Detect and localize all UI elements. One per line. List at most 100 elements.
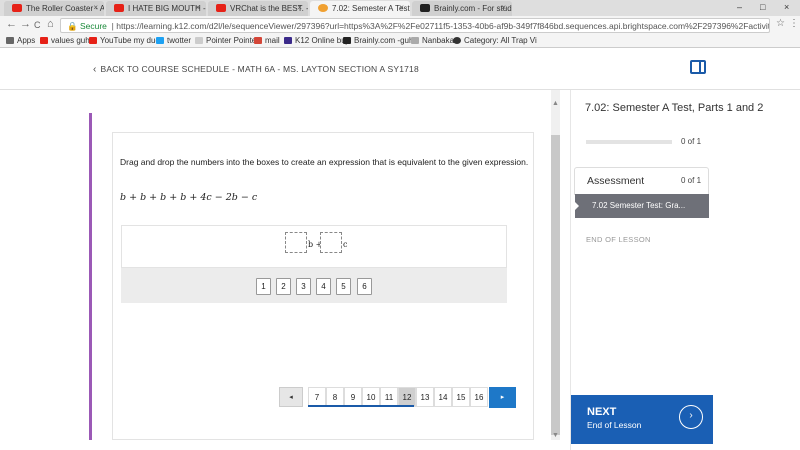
number-tile[interactable]: 1 xyxy=(256,278,271,295)
youtube-favicon-icon xyxy=(114,4,124,12)
number-tile[interactable]: 5 xyxy=(336,278,351,295)
secure-label: Secure xyxy=(79,21,107,31)
brainly-icon xyxy=(343,37,351,44)
browser-tab-2[interactable]: I HATE BIG MOUTH - Yo × xyxy=(106,1,206,16)
forward-arrow-icon[interactable]: → xyxy=(20,18,31,30)
bookmark-youtube-my-dude[interactable]: YouTube my dude xyxy=(89,36,164,45)
page-button[interactable]: 10 xyxy=(362,387,380,407)
page-button-current[interactable]: 12 xyxy=(398,387,416,407)
assessment-label: Assessment xyxy=(587,175,645,187)
lock-icon: 🔒 xyxy=(67,21,78,31)
page-progress-underline xyxy=(308,405,414,407)
tab-label: 7.02: Semester A Test, Pa xyxy=(332,4,410,13)
content-accent-bar xyxy=(89,113,92,440)
tab-label: Brainly.com - For studen xyxy=(434,4,512,13)
chevron-right-icon[interactable]: › xyxy=(679,405,703,429)
tab-label: The Roller Coaster - AVE xyxy=(26,4,104,13)
site-icon xyxy=(453,37,461,44)
page-button[interactable]: 16 xyxy=(470,387,488,407)
browser-tab-5[interactable]: Brainly.com - For studen × xyxy=(412,1,512,16)
close-window-icon[interactable]: × xyxy=(784,2,789,12)
bookmark-apps[interactable]: Apps xyxy=(6,36,35,45)
page-button[interactable]: 14 xyxy=(434,387,452,407)
lesson-progress-bar xyxy=(586,140,672,144)
tab-label: I HATE BIG MOUTH - Yo xyxy=(128,4,206,13)
close-tab-icon[interactable]: × xyxy=(501,3,506,12)
close-tab-icon[interactable]: × xyxy=(195,3,200,12)
tab-label: VRChat is the BEST. - Yo xyxy=(230,4,308,13)
browser-tab-strip: The Roller Coaster - AVE × I HATE BIG MO… xyxy=(0,0,800,16)
course-header: ‹ BACK TO COURSE SCHEDULE - MATH 6A - MS.… xyxy=(0,48,800,90)
k12-icon xyxy=(284,37,292,44)
close-tab-icon[interactable]: × xyxy=(399,3,404,12)
back-arrow-icon[interactable]: ← xyxy=(6,18,17,30)
youtube-favicon-icon xyxy=(12,4,22,12)
youtube-icon xyxy=(89,37,97,44)
bookmark-values-guh[interactable]: values guh xyxy=(40,36,90,45)
browser-tab-1[interactable]: The Roller Coaster - AVE × xyxy=(4,1,104,16)
close-tab-icon[interactable]: × xyxy=(297,3,302,12)
number-tile[interactable]: 4 xyxy=(316,278,331,295)
next-button-title: NEXT xyxy=(587,406,617,418)
youtube-icon xyxy=(40,37,48,44)
back-link-label: BACK TO COURSE SCHEDULE - MATH 6A - MS. … xyxy=(100,64,419,74)
scroll-down-icon[interactable]: ▼ xyxy=(552,432,559,439)
page-button[interactable]: 7 xyxy=(308,387,326,407)
page-button[interactable]: 9 xyxy=(344,387,362,407)
number-tile[interactable]: 6 xyxy=(357,278,372,295)
bookmark-nanbaka[interactable]: Nanbaka xyxy=(411,36,454,45)
number-tile[interactable]: 2 xyxy=(276,278,291,295)
url-value: https://learning.k12.com/d2l/le/sequence… xyxy=(116,21,770,31)
drop-box-c-coefficient[interactable] xyxy=(320,232,342,253)
given-expression: b + b + b + b + 4c − 2b − c xyxy=(120,192,258,203)
lesson-title: 7.02: Semester A Test, Parts 1 and 2 xyxy=(585,102,764,114)
page-next-button[interactable]: ▸ xyxy=(489,387,516,408)
number-tile[interactable]: 3 xyxy=(296,278,311,295)
assessment-count: 0 of 1 xyxy=(681,176,702,185)
lesson-progress-count: 0 of 1 xyxy=(681,137,702,146)
address-bar[interactable]: 🔒 Secure | https://learning.k12.com/d2l/… xyxy=(60,18,770,33)
minimize-icon[interactable]: – xyxy=(737,2,742,12)
reload-icon[interactable]: C xyxy=(34,20,41,30)
brainly-favicon-icon xyxy=(420,4,430,12)
browser-tab-4-active[interactable]: 7.02: Semester A Test, Pa × xyxy=(310,1,410,16)
bookmarks-bar: Apps values guh YouTube my dude twotter … xyxy=(0,35,800,48)
page-button[interactable]: 13 xyxy=(416,387,434,407)
page-icon xyxy=(195,37,203,44)
number-tile-tray xyxy=(121,268,507,303)
end-of-lesson-link[interactable]: END OF LESSON xyxy=(586,235,651,244)
bookmark-twotter[interactable]: twotter xyxy=(156,36,191,45)
browser-toolbar: ← → C ⌂ 🔒 Secure | https://learning.k12.… xyxy=(0,16,800,35)
youtube-favicon-icon xyxy=(216,4,226,12)
maximize-icon[interactable]: □ xyxy=(760,2,765,12)
site-icon xyxy=(411,37,419,44)
active-activity-label: 7.02 Semester Test: Gra... xyxy=(592,201,686,210)
question-prompt: Drag and drop the numbers into the boxes… xyxy=(120,157,529,167)
home-icon[interactable]: ⌂ xyxy=(47,18,54,30)
drop-box-b-coefficient[interactable] xyxy=(285,232,307,253)
page-button[interactable]: 15 xyxy=(452,387,470,407)
menu-kebab-icon[interactable]: ⋮ xyxy=(789,18,799,29)
page-prev-button[interactable]: ◂ xyxy=(279,387,303,407)
browser-tab-3[interactable]: VRChat is the BEST. - Yo × xyxy=(208,1,308,16)
drop-label-c: c xyxy=(343,240,348,249)
scroll-up-icon[interactable]: ▲ xyxy=(552,100,559,107)
twitter-icon xyxy=(156,37,164,44)
close-tab-icon[interactable]: × xyxy=(93,3,98,12)
bookmark-mail[interactable]: mail xyxy=(254,36,280,45)
bookmark-star-icon[interactable]: ☆ xyxy=(776,18,785,29)
apps-grid-icon xyxy=(6,37,14,44)
bookmark-k12[interactable]: K12 Online buj xyxy=(284,36,347,45)
back-to-course-link[interactable]: ‹ BACK TO COURSE SCHEDULE - MATH 6A - MS.… xyxy=(93,64,419,75)
page-button[interactable]: 11 xyxy=(380,387,398,407)
chevron-left-icon: ‹ xyxy=(93,64,97,75)
k12-favicon-icon xyxy=(318,4,328,12)
bookmark-pointer-pointer[interactable]: Pointer Pointer xyxy=(195,36,259,45)
bookmark-all-trap[interactable]: Category: All Trap Vi xyxy=(453,36,537,45)
scrollbar-thumb[interactable] xyxy=(551,135,560,435)
toggle-sidebar-icon[interactable] xyxy=(690,60,706,74)
next-button-subtitle: End of Lesson xyxy=(587,420,642,430)
gmail-icon xyxy=(254,37,262,44)
bookmark-brainly[interactable]: Brainly.com -guh xyxy=(343,36,413,45)
page-button[interactable]: 8 xyxy=(326,387,344,407)
